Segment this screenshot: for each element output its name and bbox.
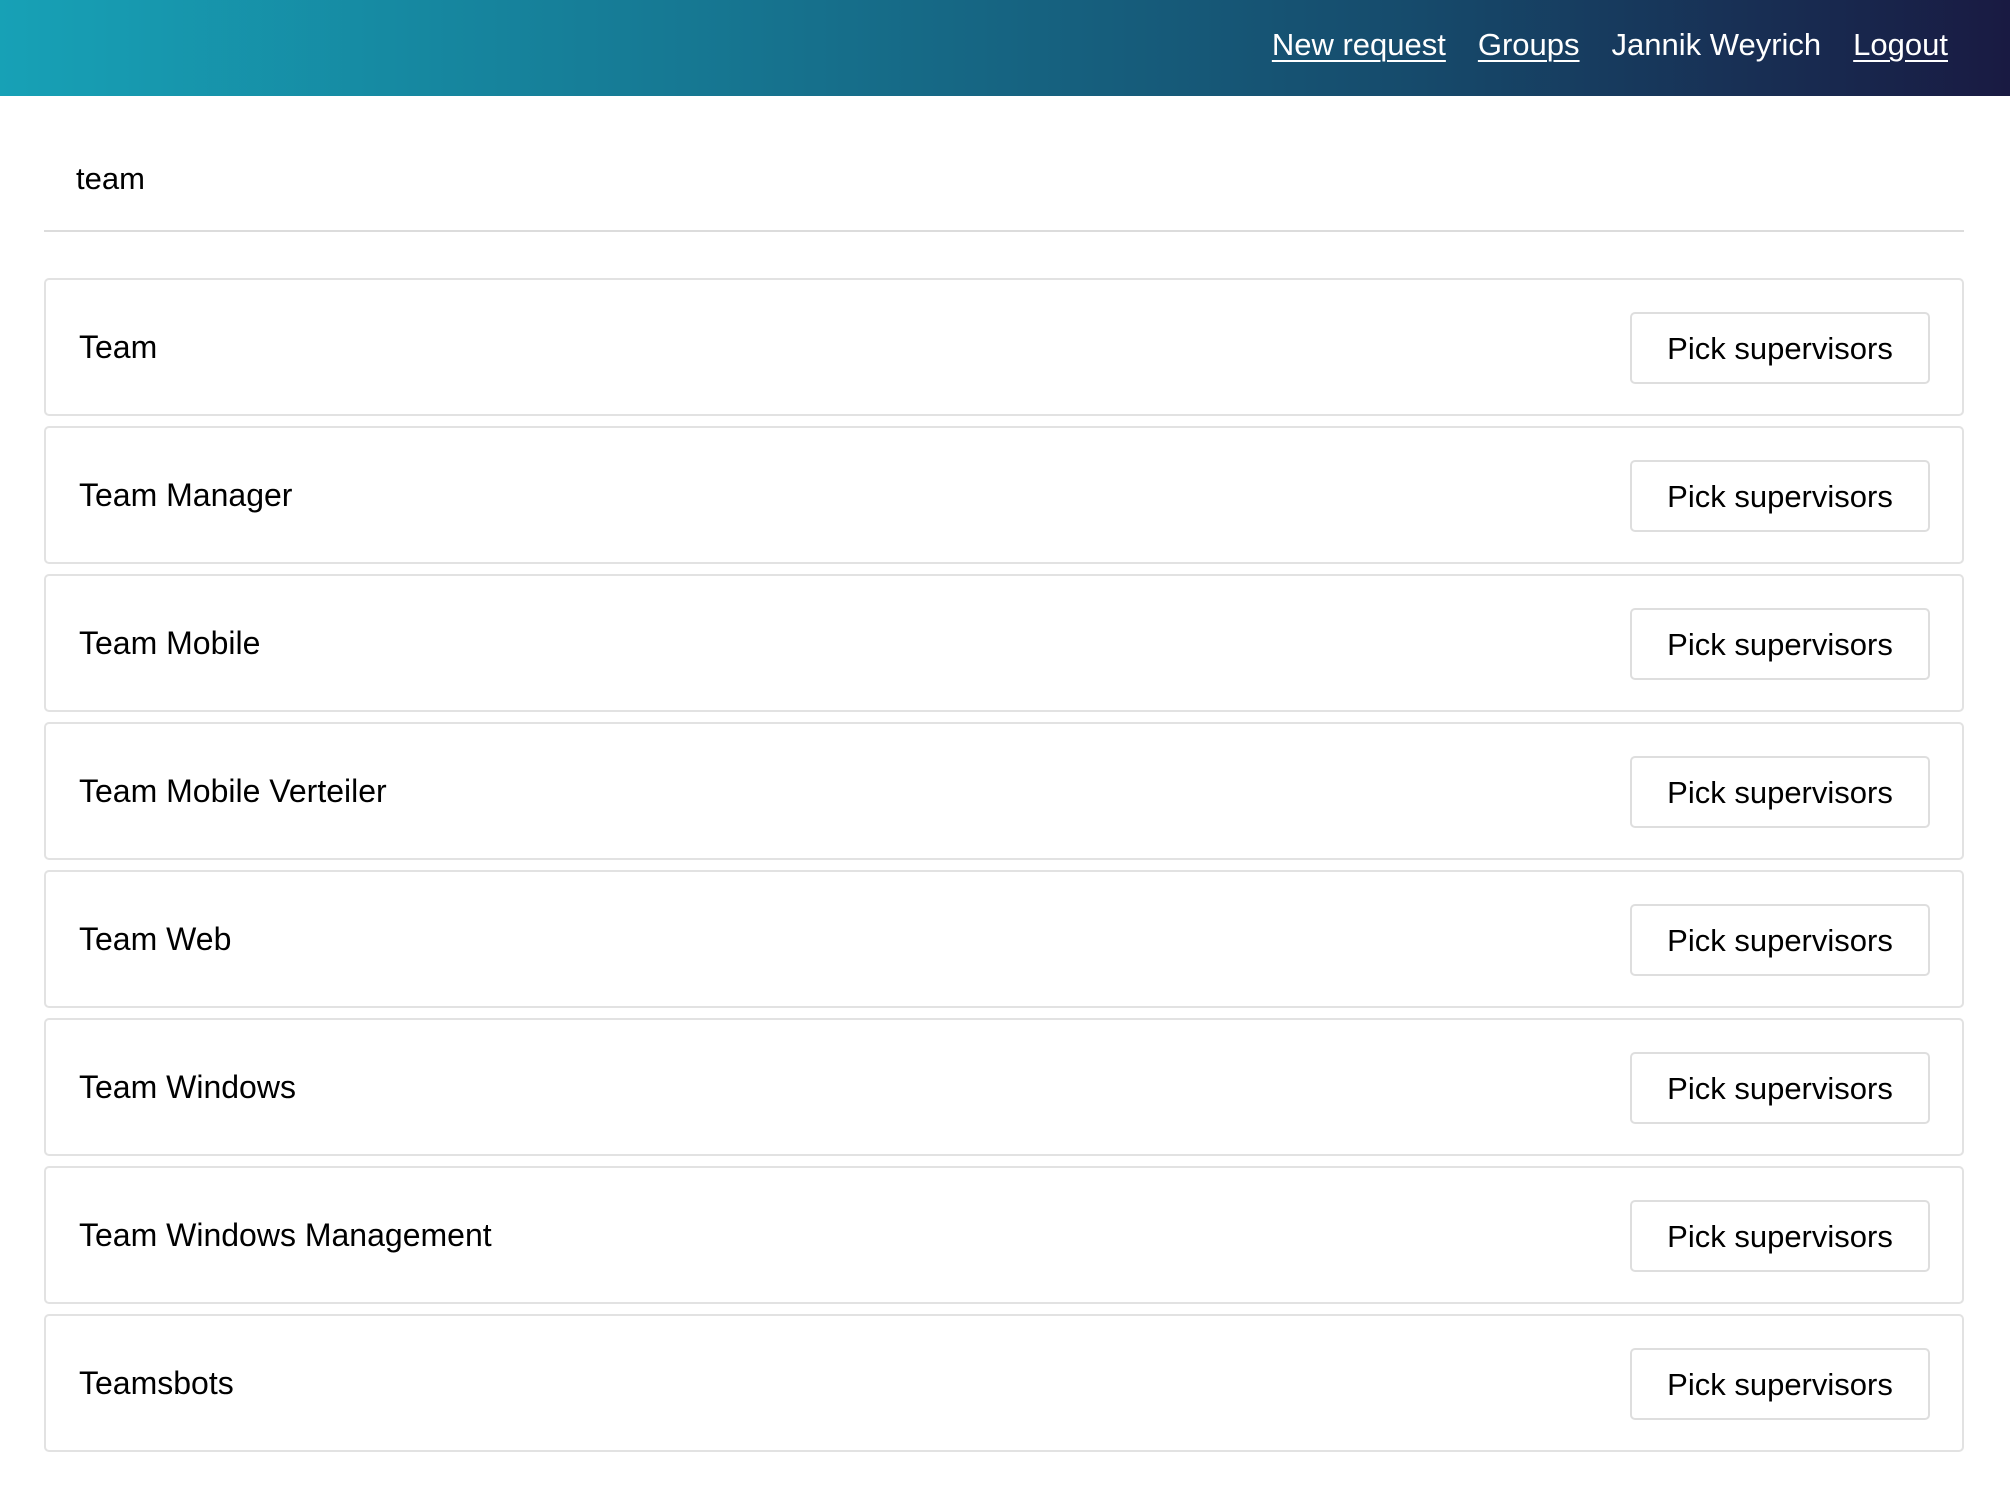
pick-supervisors-button[interactable]: Pick supervisors: [1630, 1052, 1930, 1124]
pick-supervisors-button[interactable]: Pick supervisors: [1630, 1200, 1930, 1272]
group-row: Team Mobile Verteiler Pick supervisors: [44, 722, 1964, 860]
pick-supervisors-button[interactable]: Pick supervisors: [1630, 904, 1930, 976]
group-name: Team Web: [79, 921, 232, 957]
header-nav: New request Groups Jannik Weyrich Logout: [1272, 0, 1948, 90]
group-row: Team Pick supervisors: [44, 278, 1964, 416]
group-name: Team: [79, 329, 158, 365]
search-input[interactable]: [44, 140, 1964, 218]
group-row: Team Windows Management Pick supervisors: [44, 1166, 1964, 1304]
group-row: Team Manager Pick supervisors: [44, 426, 1964, 564]
group-row: Team Web Pick supervisors: [44, 870, 1964, 1008]
group-name: Team Windows: [79, 1069, 296, 1105]
pick-supervisors-button[interactable]: Pick supervisors: [1630, 1348, 1930, 1420]
group-name: Teamsbots: [79, 1365, 234, 1401]
groups-link[interactable]: Groups: [1478, 27, 1580, 63]
pick-supervisors-button[interactable]: Pick supervisors: [1630, 460, 1930, 532]
group-name: Team Mobile Verteiler: [79, 773, 387, 809]
logout-link[interactable]: Logout: [1853, 27, 1948, 63]
pick-supervisors-button[interactable]: Pick supervisors: [1630, 756, 1930, 828]
group-name: Team Mobile: [79, 625, 261, 661]
group-name: Team Windows Management: [79, 1217, 492, 1253]
group-list: Team Pick supervisors Team Manager Pick …: [44, 278, 1964, 1462]
pick-supervisors-button[interactable]: Pick supervisors: [1630, 608, 1930, 680]
new-request-link[interactable]: New request: [1272, 27, 1446, 63]
group-name: Team Manager: [79, 477, 293, 513]
pick-supervisors-button[interactable]: Pick supervisors: [1630, 312, 1930, 384]
search-bar: [44, 140, 1964, 232]
group-row: Team Windows Pick supervisors: [44, 1018, 1964, 1156]
top-navigation-bar: New request Groups Jannik Weyrich Logout: [0, 0, 2010, 96]
group-row: Team Mobile Pick supervisors: [44, 574, 1964, 712]
user-name: Jannik Weyrich: [1611, 27, 1822, 62]
group-row: Teamsbots Pick supervisors: [44, 1314, 1964, 1452]
